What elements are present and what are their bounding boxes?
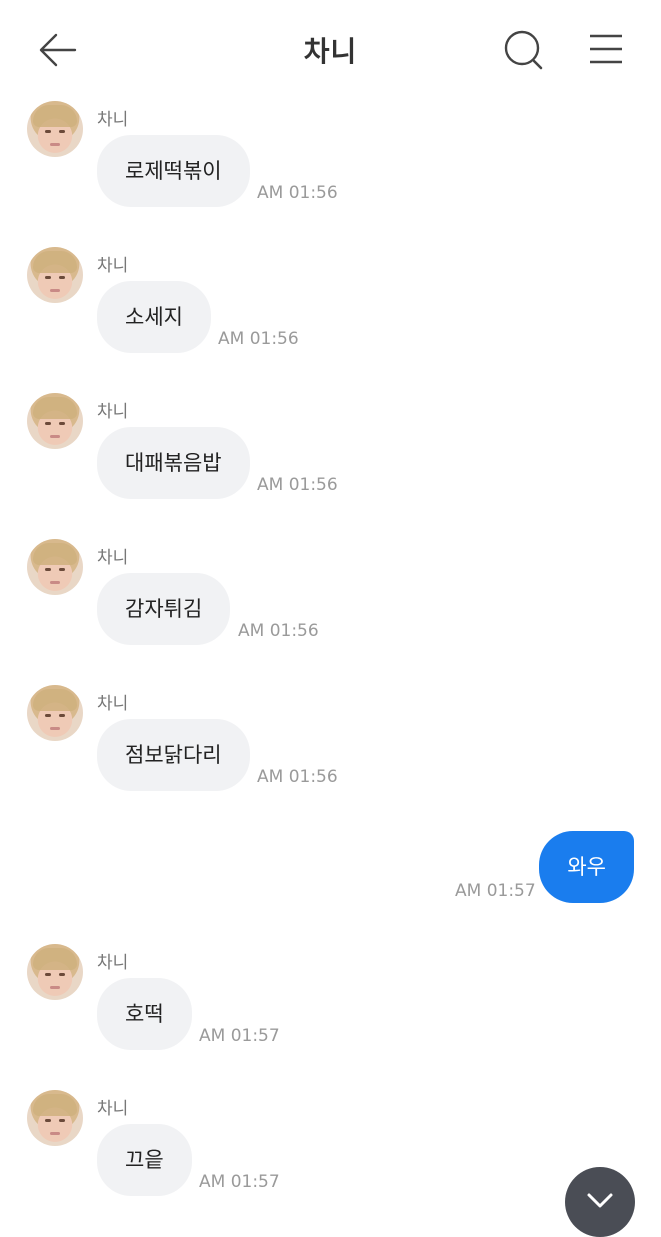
message-time: AM 01:57 xyxy=(199,1172,280,1192)
search-icon xyxy=(504,30,543,70)
avatar[interactable] xyxy=(27,685,83,741)
sender-name: 차니 xyxy=(97,110,129,130)
sender-name: 차니 xyxy=(97,694,129,714)
sender-name: 차니 xyxy=(97,256,129,276)
message-time: AM 01:56 xyxy=(257,183,338,203)
message-time: AM 01:56 xyxy=(257,767,338,787)
chevron-down-icon xyxy=(587,1193,613,1208)
sender-name: 차니 xyxy=(97,402,129,422)
message-bubble[interactable]: 호떡 xyxy=(97,978,192,1050)
sender-name: 차니 xyxy=(97,1099,129,1119)
message-bubble[interactable]: 감자튀김 xyxy=(97,573,231,645)
avatar[interactable] xyxy=(27,247,83,303)
sender-name: 차니 xyxy=(97,953,129,973)
message-time: AM 01:56 xyxy=(218,329,299,349)
message-bubble[interactable]: 로제떡볶이 xyxy=(97,135,250,207)
chat-header: 차니 xyxy=(0,0,661,100)
chat-title: 차니 xyxy=(303,35,358,68)
menu-button[interactable] xyxy=(586,30,626,70)
sender-name: 차니 xyxy=(97,548,129,568)
my-message-bubble[interactable]: 와우 xyxy=(539,831,634,903)
message-time: AM 01:57 xyxy=(199,1026,280,1046)
message-bubble[interactable]: 소세지 xyxy=(97,281,211,353)
avatar[interactable] xyxy=(27,944,83,1000)
message-bubble[interactable]: 끄읕 xyxy=(97,1124,192,1196)
hamburger-menu-icon xyxy=(590,34,622,64)
message-time: AM 01:56 xyxy=(238,621,319,641)
avatar[interactable] xyxy=(27,1090,83,1146)
avatar[interactable] xyxy=(27,539,83,595)
message-time: AM 01:56 xyxy=(257,475,338,495)
message-bubble[interactable]: 점보닭다리 xyxy=(97,719,250,791)
scroll-to-bottom-button[interactable] xyxy=(565,1167,635,1237)
message-time: AM 01:57 xyxy=(455,881,536,901)
search-button[interactable] xyxy=(503,30,543,70)
message-bubble[interactable]: 대패볶음밥 xyxy=(97,427,250,499)
avatar[interactable] xyxy=(27,101,83,157)
avatar[interactable] xyxy=(27,393,83,449)
